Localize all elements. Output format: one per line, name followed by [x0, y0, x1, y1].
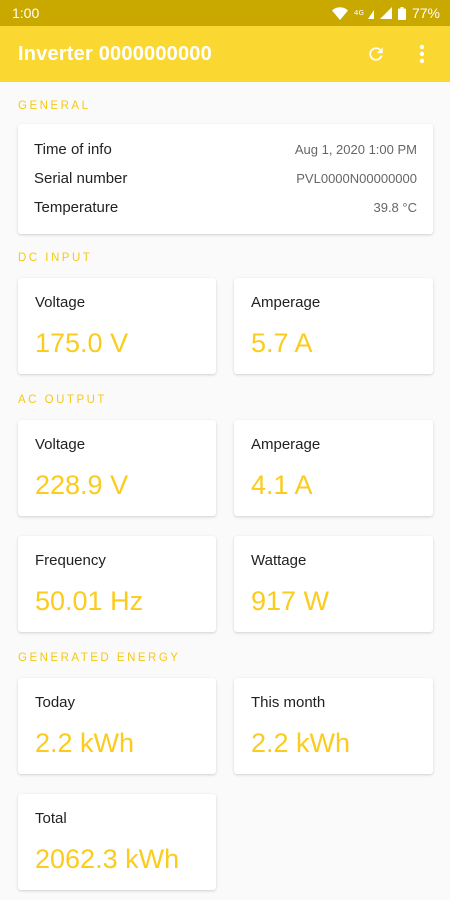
- info-row-temperature: Temperature 39.8 °C: [34, 199, 417, 216]
- info-label: Time of info: [34, 141, 112, 158]
- metric-label: Voltage: [35, 294, 86, 311]
- status-icons: 4G 77%: [331, 5, 440, 21]
- metric-label: Voltage: [35, 436, 86, 453]
- info-row-serial: Serial number PVL0000N00000000: [34, 170, 417, 187]
- refresh-icon: [369, 47, 383, 61]
- section-title-general: GENERAL: [18, 100, 91, 112]
- metric-value: 5.7 A: [251, 328, 313, 358]
- dc-amperage-card: Amperage 5.7 A: [234, 278, 433, 374]
- energy-total-card: Total 2062.3 kWh: [18, 794, 216, 890]
- energy-month-card: This month 2.2 kWh: [234, 678, 433, 774]
- ac-amperage-card: Amperage 4.1 A: [234, 420, 433, 516]
- info-value: Aug 1, 2020 1:00 PM: [294, 142, 417, 157]
- section-title-generated-energy: GENERATED ENERGY: [18, 652, 181, 664]
- metric-label: Total: [35, 810, 67, 827]
- status-time: 1:00: [12, 5, 40, 21]
- battery-percent: 77%: [411, 5, 440, 21]
- app-bar: Inverter 0000000000: [0, 26, 450, 82]
- section-title-dc-input: DC INPUT: [18, 252, 93, 264]
- ac-voltage-card: Voltage 228.9 V: [18, 420, 216, 516]
- ac-frequency-card: Frequency 50.01 Hz: [18, 536, 216, 632]
- energy-today-card: Today 2.2 kWh: [18, 678, 216, 774]
- metric-value: 228.9 V: [35, 470, 129, 500]
- lte-icon: 4G: [354, 9, 374, 19]
- dc-voltage-card: Voltage 175.0 V: [18, 278, 216, 374]
- metric-value: 4.1 A: [251, 470, 313, 500]
- metric-value: 175.0 V: [35, 328, 129, 358]
- metric-value: 2062.3 kWh: [35, 844, 180, 874]
- more-vert-icon: [419, 44, 425, 64]
- metric-label: Amperage: [251, 436, 321, 453]
- metric-value: 2.2 kWh: [35, 728, 135, 758]
- page-title: Inverter 0000000000: [18, 42, 212, 65]
- section-title-ac-output: AC OUTPUT: [18, 394, 107, 406]
- metric-value: 50.01 Hz: [35, 586, 144, 616]
- metric-label: Frequency: [35, 552, 106, 569]
- info-label: Temperature: [34, 199, 119, 216]
- info-value: 39.8 °C: [373, 200, 417, 215]
- info-label: Serial number: [34, 170, 128, 187]
- status-bar: 1:00 4G 77%: [0, 0, 450, 26]
- ac-wattage-card: Wattage 917 W: [234, 536, 433, 632]
- more-options-button[interactable]: [406, 38, 438, 70]
- svg-text:4G: 4G: [354, 9, 364, 17]
- info-row-time: Time of info Aug 1, 2020 1:00 PM: [34, 141, 417, 158]
- signal-icon: [379, 7, 392, 19]
- metric-label: Amperage: [251, 294, 321, 311]
- wifi-icon: [331, 6, 348, 20]
- refresh-button[interactable]: [360, 38, 392, 70]
- metric-value: 2.2 kWh: [251, 728, 351, 758]
- metric-value: 917 W: [251, 586, 330, 616]
- battery-icon: [397, 6, 406, 20]
- metric-label: This month: [251, 694, 326, 711]
- general-card: Time of info Aug 1, 2020 1:00 PM Serial …: [18, 124, 433, 234]
- info-value: PVL0000N00000000: [296, 171, 417, 186]
- metric-label: Wattage: [251, 552, 307, 569]
- metric-label: Today: [35, 694, 76, 711]
